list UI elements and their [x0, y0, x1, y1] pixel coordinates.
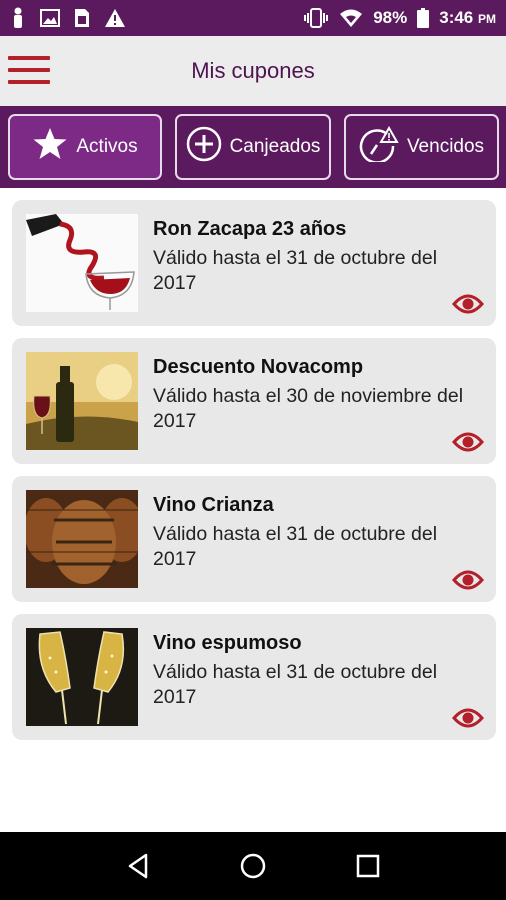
coupon-image-champagne: [26, 628, 138, 726]
tab-activos[interactable]: Activos: [8, 114, 162, 180]
coupon-validity: Válido hasta el 31 de octubre del 2017: [153, 661, 438, 708]
coupon-validity: Válido hasta el 31 de octubre del 2017: [153, 523, 438, 570]
wifi-icon: [339, 8, 363, 28]
tab-vencidos[interactable]: Vencidos: [344, 114, 499, 180]
coupon-image-wine-bottle: [26, 352, 138, 450]
person-icon: [10, 7, 26, 29]
page-title: Mis cupones: [191, 58, 315, 83]
coupon-title: Vino espumoso: [153, 632, 302, 654]
eye-icon[interactable]: [452, 568, 484, 592]
coupon-image-wine-barrels: [26, 490, 138, 588]
eye-icon[interactable]: [452, 292, 484, 316]
coupon-card[interactable]: Descuento Novacomp Válido hasta el 30 de…: [12, 338, 496, 464]
tab-label: Canjeados: [229, 136, 321, 157]
vibrate-icon: [303, 8, 329, 28]
eye-icon[interactable]: [452, 430, 484, 454]
coupon-title: Descuento Novacomp: [153, 356, 364, 378]
clock-ampm: PM: [478, 12, 496, 26]
coupon-filter-tabs: Activos Canjeados Vencidos: [0, 106, 506, 188]
home-icon[interactable]: [233, 846, 273, 886]
sim-card-icon: [74, 8, 90, 28]
battery-icon: [417, 8, 430, 28]
tab-label: Activos: [76, 136, 138, 157]
expired-clock-icon: [359, 125, 399, 168]
coupon-card[interactable]: Vino espumoso Válido hasta el 31 de octu…: [12, 614, 496, 740]
image-icon: [40, 9, 60, 27]
coupon-validity: Válido hasta el 31 de octubre del 2017: [153, 247, 438, 294]
tab-label: Vencidos: [406, 136, 485, 157]
plus-circle-icon: [186, 126, 222, 168]
back-icon[interactable]: [118, 846, 158, 886]
app-bar: Mis cupones: [0, 36, 506, 106]
tab-canjeados[interactable]: Canjeados: [175, 114, 331, 180]
coupon-title: Ron Zacapa 23 años: [153, 218, 347, 240]
clock-time: 3:46: [439, 8, 474, 27]
star-icon: [32, 127, 68, 167]
coupon-image-wine-pour: [26, 214, 138, 312]
coupon-title: Vino Crianza: [153, 494, 274, 516]
warning-icon: [104, 8, 126, 28]
eye-icon[interactable]: [452, 706, 484, 730]
system-nav-bar: [0, 832, 506, 900]
battery-level: 98%: [373, 8, 408, 27]
coupon-validity: Válido hasta el 30 de noviembre del 2017: [153, 385, 464, 432]
recent-apps-icon[interactable]: [348, 846, 388, 886]
status-bar: 98% 3:46 PM: [0, 0, 506, 36]
coupon-card[interactable]: Ron Zacapa 23 años Válido hasta el 31 de…: [12, 200, 496, 326]
coupon-card[interactable]: Vino Crianza Válido hasta el 31 de octub…: [12, 476, 496, 602]
clock: 3:46 PM: [439, 8, 496, 28]
